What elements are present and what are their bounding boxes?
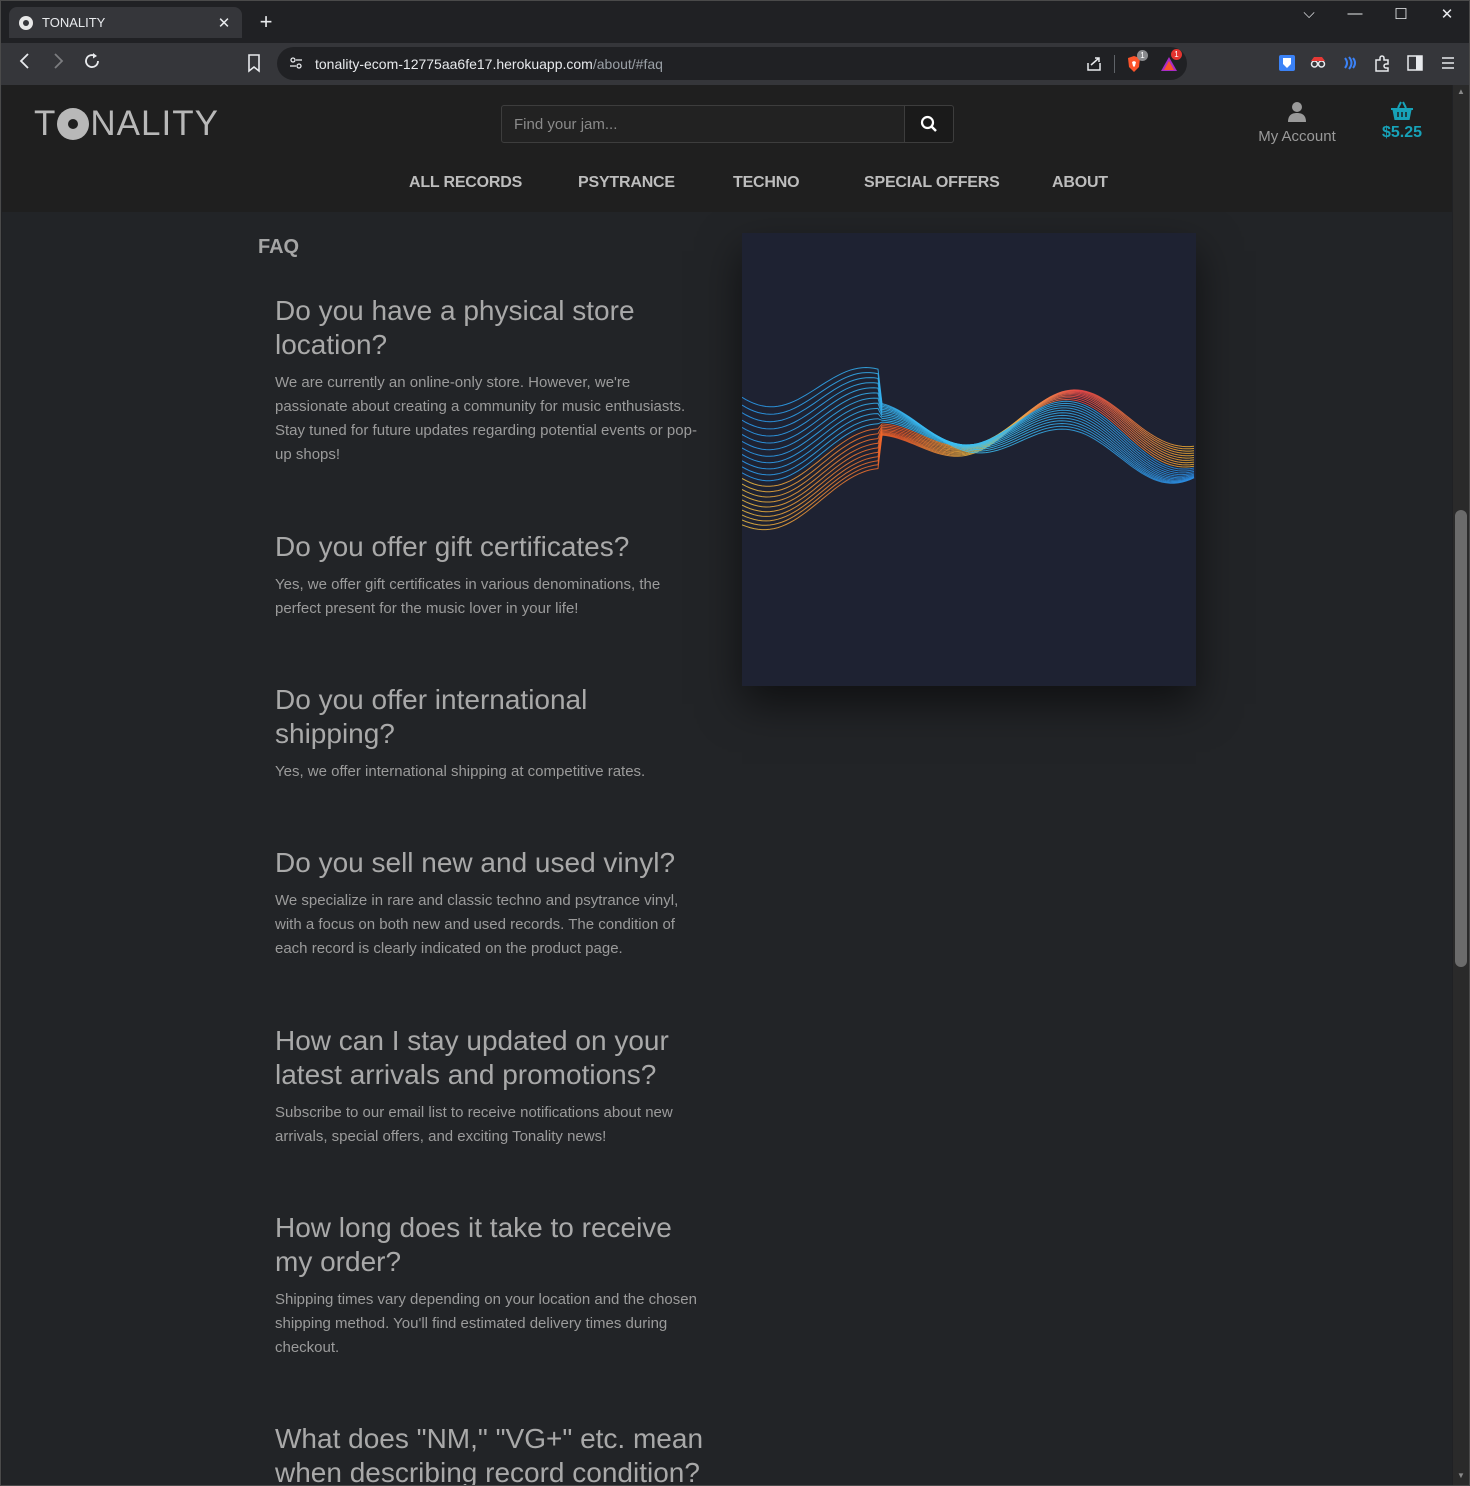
faq-answer: Yes, we offer international shipping at … xyxy=(275,763,646,780)
my-account-label: My Account xyxy=(1258,128,1336,145)
browser-toolbar: tonality-ecom-12775aa6fe17.herokuapp.com… xyxy=(1,43,1469,85)
faq-question: What does "NM," "VG+" etc. mean when des… xyxy=(275,1423,704,1486)
sidebar-toggle-icon[interactable] xyxy=(1405,53,1425,73)
faq-question: How can I stay updated on your latest ar… xyxy=(275,1025,669,1090)
tab-close-icon[interactable]: ✕ xyxy=(216,14,232,32)
rewards-badge: 1 xyxy=(1171,49,1182,60)
close-window-button[interactable]: ✕ xyxy=(1432,5,1462,23)
search-form xyxy=(501,105,954,143)
logo-text-end: NALITY xyxy=(90,104,219,143)
my-account-link[interactable]: My Account xyxy=(1247,101,1347,145)
search-input[interactable] xyxy=(501,105,905,143)
nav-techno[interactable]: TECHNO xyxy=(733,174,800,192)
faq-question: Do you have a physical store location? xyxy=(275,295,635,360)
sound-wave-artwork xyxy=(742,233,1196,686)
extensions-puzzle-icon[interactable] xyxy=(1372,53,1392,73)
back-arrow-icon xyxy=(19,53,29,69)
wave-line xyxy=(742,366,1195,484)
faq-question: Do you offer international shipping? xyxy=(275,684,588,749)
url-host: tonality-ecom-12775aa6fe17.herokuapp.com xyxy=(315,56,593,72)
magnifier-icon xyxy=(920,115,937,132)
faq-item: How long does it take to receive my orde… xyxy=(275,1211,705,1360)
url-path: /about/#faq xyxy=(592,56,663,72)
faq-question: Do you sell new and used vinyl? xyxy=(275,847,676,878)
wave-line xyxy=(742,397,1195,479)
faq-question: Do you offer gift certificates? xyxy=(275,531,630,562)
reload-icon xyxy=(85,53,99,68)
reload-button[interactable] xyxy=(80,51,104,76)
wave-line xyxy=(742,389,1195,526)
forward-button[interactable] xyxy=(46,51,70,76)
user-icon xyxy=(1288,102,1306,122)
faq-answer: Shipping times vary depending on your lo… xyxy=(275,1291,697,1356)
basket-icon xyxy=(1391,101,1413,120)
tab-tonality[interactable]: TONALITY ✕ xyxy=(9,7,242,38)
browser-window: TONALITY ✕ + ⌵ — ☐ ✕ tonality-ecom-12775… xyxy=(0,0,1470,1486)
faq-item: Do you offer international shipping? Yes… xyxy=(275,683,705,784)
site-info-icon[interactable] xyxy=(289,56,303,70)
tab-favicon-icon xyxy=(19,15,33,30)
basket-link[interactable]: $5.25 xyxy=(1370,101,1434,142)
vinyl-disc-icon xyxy=(57,108,90,140)
wireless-extension-icon[interactable] xyxy=(1340,53,1360,73)
new-tab-button[interactable]: + xyxy=(256,9,276,35)
faq-item: Do you offer gift certificates? Yes, we … xyxy=(275,530,705,621)
nav-about[interactable]: ABOUT xyxy=(1052,174,1108,192)
faq-answer: We are currently an online-only store. H… xyxy=(275,374,697,463)
faq-heading: FAQ xyxy=(258,236,300,258)
address-bar[interactable]: tonality-ecom-12775aa6fe17.herokuapp.com… xyxy=(277,47,1187,80)
search-button[interactable] xyxy=(905,105,954,143)
basket-total: $5.25 xyxy=(1381,124,1423,141)
faq-item: Do you have a physical store location? W… xyxy=(275,294,705,467)
scrollbar-thumb[interactable] xyxy=(1455,510,1467,967)
site-logo[interactable]: T NALITY xyxy=(34,104,219,144)
back-button[interactable] xyxy=(13,51,37,76)
logo-text-start: T xyxy=(34,104,57,143)
faq-item: How can I stay updated on your latest ar… xyxy=(275,1024,705,1149)
maximize-button[interactable]: ☐ xyxy=(1386,5,1416,23)
site-header: T NALITY My Account $5.25 ALL RECORDS PSY… xyxy=(2,85,1452,212)
nav-all-records[interactable]: ALL RECORDS xyxy=(409,174,522,192)
share-icon[interactable] xyxy=(1085,55,1103,73)
faq-item: What does "NM," "VG+" etc. mean when des… xyxy=(275,1422,705,1486)
page-scrollbar[interactable]: ▲ ▼ xyxy=(1453,85,1469,1485)
scroll-down-arrow-icon[interactable]: ▼ xyxy=(1456,1471,1466,1480)
menu-icon[interactable] xyxy=(1438,53,1458,73)
main-navigation: ALL RECORDS PSYTRANCE TECHNO SPECIAL OFF… xyxy=(2,174,1452,196)
nav-psytrance[interactable]: PSYTRANCE xyxy=(578,174,675,192)
tab-strip: TONALITY ✕ + ⌵ — ☐ ✕ xyxy=(1,1,1469,43)
scroll-up-arrow-icon[interactable]: ▲ xyxy=(1456,87,1466,96)
forward-arrow-icon xyxy=(54,53,64,69)
faq-answer: Yes, we offer gift certificates in vario… xyxy=(275,576,661,617)
minimize-button[interactable]: — xyxy=(1340,5,1370,22)
tab-title: TONALITY xyxy=(42,15,106,30)
faq-item: Do you sell new and used vinyl? We speci… xyxy=(275,846,705,961)
shields-badge: 1 xyxy=(1137,50,1148,61)
faq-section: FAQ Do you have a physical store locatio… xyxy=(2,212,1452,1486)
sound-wave-illustration xyxy=(742,366,1195,531)
spy-extension-icon[interactable] xyxy=(1308,53,1328,73)
bookmark-icon[interactable] xyxy=(244,52,264,74)
bitwarden-extension-icon[interactable] xyxy=(1277,53,1297,73)
faq-answer: Subscribe to our email list to receive n… xyxy=(275,1104,673,1145)
nav-special-offers[interactable]: SPECIAL OFFERS xyxy=(864,174,1000,192)
brave-shields-icon[interactable]: 1 xyxy=(1125,50,1148,73)
wave-line xyxy=(742,372,1195,484)
brave-rewards-icon[interactable]: 1 xyxy=(1160,49,1182,73)
tab-search-chevron-icon[interactable]: ⌵ xyxy=(1294,5,1324,22)
faq-answer: We specialize in rare and classic techno… xyxy=(275,892,679,957)
url-text[interactable]: tonality-ecom-12775aa6fe17.herokuapp.com… xyxy=(315,56,663,72)
faq-question: How long does it take to receive my orde… xyxy=(275,1212,672,1277)
